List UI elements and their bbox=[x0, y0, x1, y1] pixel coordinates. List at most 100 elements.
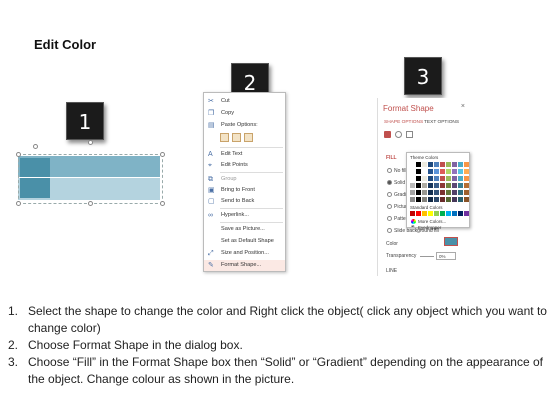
menu-item-cut[interactable]: ✂ Cut bbox=[204, 96, 285, 107]
theme-color-swatch[interactable] bbox=[452, 162, 457, 167]
theme-color-swatch[interactable] bbox=[434, 183, 439, 188]
theme-color-swatch[interactable] bbox=[464, 176, 469, 181]
menu-item-send-to-back[interactable]: ▢ Send to Back bbox=[204, 196, 285, 207]
more-colors-item[interactable]: More Colors... bbox=[418, 219, 446, 224]
standard-color-swatch[interactable] bbox=[410, 211, 415, 216]
line-section-header[interactable]: LINE bbox=[386, 268, 397, 274]
fill-section-header[interactable]: FILL bbox=[386, 155, 397, 161]
menu-item-bring-to-front[interactable]: ▣ Bring to Front bbox=[204, 185, 285, 196]
theme-color-swatch[interactable] bbox=[458, 197, 463, 202]
solid-fill-radio[interactable] bbox=[387, 180, 392, 185]
theme-color-swatch[interactable] bbox=[458, 162, 463, 167]
tab-text-options[interactable]: TEXT OPTIONS bbox=[424, 120, 459, 125]
theme-color-swatch[interactable] bbox=[452, 197, 457, 202]
theme-color-swatch[interactable] bbox=[416, 162, 421, 167]
theme-color-swatch[interactable] bbox=[410, 190, 415, 195]
theme-color-swatch[interactable] bbox=[416, 183, 421, 188]
theme-color-swatch[interactable] bbox=[434, 190, 439, 195]
theme-color-swatch[interactable] bbox=[434, 169, 439, 174]
selection-handle[interactable] bbox=[160, 201, 165, 206]
theme-color-swatch[interactable] bbox=[464, 197, 469, 202]
theme-color-swatch[interactable] bbox=[410, 162, 415, 167]
paste-text-icon[interactable] bbox=[244, 133, 253, 142]
theme-color-swatch[interactable] bbox=[422, 169, 427, 174]
selection-handle[interactable] bbox=[88, 140, 93, 145]
theme-color-swatch[interactable] bbox=[446, 197, 451, 202]
no-fill-radio[interactable] bbox=[387, 168, 392, 173]
theme-color-swatch[interactable] bbox=[458, 183, 463, 188]
theme-color-swatch[interactable] bbox=[422, 183, 427, 188]
transparency-input[interactable]: 0% bbox=[436, 252, 456, 260]
theme-color-swatch[interactable] bbox=[446, 183, 451, 188]
selection-handle[interactable] bbox=[16, 201, 21, 206]
menu-item-save-as-picture[interactable]: Save as Picture... bbox=[204, 224, 285, 235]
theme-color-swatch[interactable] bbox=[464, 183, 469, 188]
theme-color-swatch[interactable] bbox=[458, 169, 463, 174]
selection-handle[interactable] bbox=[160, 152, 165, 157]
theme-color-swatch[interactable] bbox=[422, 197, 427, 202]
fill-line-icon[interactable] bbox=[384, 131, 391, 138]
tab-shape-options[interactable]: SHAPE OPTIONS bbox=[384, 120, 423, 125]
selection-handle[interactable] bbox=[16, 152, 21, 157]
theme-color-swatch[interactable] bbox=[428, 190, 433, 195]
selection-handle[interactable] bbox=[88, 201, 93, 206]
theme-color-swatch[interactable] bbox=[446, 176, 451, 181]
theme-color-swatch[interactable] bbox=[422, 162, 427, 167]
standard-color-swatch[interactable] bbox=[440, 211, 445, 216]
paste-keep-format-icon[interactable] bbox=[220, 133, 229, 142]
theme-color-swatch[interactable] bbox=[458, 176, 463, 181]
theme-color-swatch[interactable] bbox=[452, 176, 457, 181]
theme-color-swatch[interactable] bbox=[422, 176, 427, 181]
menu-item-size-position[interactable]: ⤢ Size and Position... bbox=[204, 248, 285, 259]
standard-color-swatch[interactable] bbox=[458, 211, 463, 216]
theme-color-swatch[interactable] bbox=[410, 183, 415, 188]
theme-color-swatch[interactable] bbox=[446, 162, 451, 167]
theme-color-swatch[interactable] bbox=[440, 183, 445, 188]
menu-item-edit-points[interactable]: ⌖ Edit Points bbox=[204, 160, 285, 171]
theme-color-swatch[interactable] bbox=[434, 197, 439, 202]
theme-color-swatch[interactable] bbox=[440, 190, 445, 195]
theme-color-swatch[interactable] bbox=[446, 190, 451, 195]
theme-color-swatch[interactable] bbox=[464, 190, 469, 195]
picture-fill-radio[interactable] bbox=[387, 204, 392, 209]
standard-color-swatch[interactable] bbox=[452, 211, 457, 216]
theme-color-swatch[interactable] bbox=[428, 183, 433, 188]
menu-item-set-default-shape[interactable]: Set as Default Shape bbox=[204, 236, 285, 247]
theme-color-swatch[interactable] bbox=[416, 176, 421, 181]
theme-color-swatch[interactable] bbox=[410, 169, 415, 174]
paste-picture-icon[interactable] bbox=[232, 133, 241, 142]
theme-color-swatch[interactable] bbox=[458, 190, 463, 195]
pattern-fill-radio[interactable] bbox=[387, 216, 392, 221]
theme-color-swatch[interactable] bbox=[416, 190, 421, 195]
selected-shape-group[interactable] bbox=[16, 140, 168, 206]
standard-color-swatch[interactable] bbox=[428, 211, 433, 216]
standard-color-swatch[interactable] bbox=[464, 211, 469, 216]
effects-icon[interactable] bbox=[395, 131, 402, 138]
theme-color-swatch[interactable] bbox=[410, 176, 415, 181]
close-icon[interactable]: × bbox=[461, 103, 465, 110]
theme-color-swatch[interactable] bbox=[422, 190, 427, 195]
theme-color-swatch[interactable] bbox=[440, 197, 445, 202]
eyedropper-item[interactable]: Eyedropper bbox=[418, 225, 441, 230]
menu-item-hyperlink[interactable]: ∞ Hyperlink... bbox=[204, 210, 285, 221]
standard-color-swatch[interactable] bbox=[434, 211, 439, 216]
theme-color-swatch[interactable] bbox=[428, 176, 433, 181]
selection-handle[interactable] bbox=[33, 144, 38, 149]
theme-color-swatch[interactable] bbox=[464, 162, 469, 167]
standard-color-swatch[interactable] bbox=[422, 211, 427, 216]
color-picker-button[interactable] bbox=[444, 237, 458, 246]
theme-color-swatch[interactable] bbox=[434, 162, 439, 167]
menu-item-group[interactable]: ⧉ Group bbox=[204, 174, 285, 185]
slide-background-fill-radio[interactable] bbox=[387, 228, 392, 233]
theme-color-swatch[interactable] bbox=[416, 197, 421, 202]
transparency-slider[interactable] bbox=[420, 256, 434, 257]
theme-color-swatch[interactable] bbox=[452, 183, 457, 188]
theme-color-swatch[interactable] bbox=[452, 169, 457, 174]
theme-color-swatch[interactable] bbox=[440, 176, 445, 181]
theme-color-swatch[interactable] bbox=[440, 169, 445, 174]
theme-color-swatch[interactable] bbox=[446, 169, 451, 174]
theme-color-swatch[interactable] bbox=[416, 169, 421, 174]
standard-color-swatch[interactable] bbox=[416, 211, 421, 216]
theme-color-swatch[interactable] bbox=[440, 162, 445, 167]
theme-color-swatch[interactable] bbox=[410, 197, 415, 202]
